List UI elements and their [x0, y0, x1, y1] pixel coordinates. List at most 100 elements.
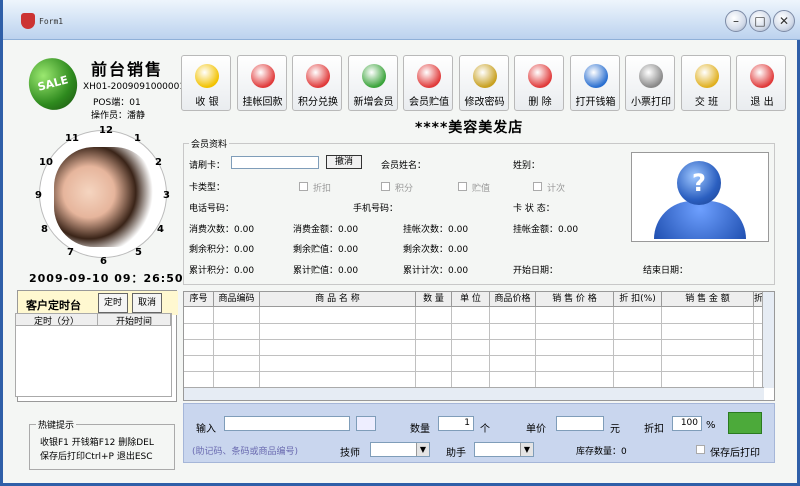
remain-points: 剩余积分：0.00: [189, 245, 255, 255]
price-label: 单价: [526, 424, 546, 435]
store-value-option-label: 贮值: [472, 184, 491, 194]
column-header[interactable]: 单 位: [452, 292, 490, 307]
clock-number: 3: [163, 190, 170, 201]
price-unit: 元: [610, 424, 620, 435]
price-input[interactable]: [556, 416, 604, 431]
key-icon: [472, 64, 497, 88]
count-option-label: 计次: [547, 184, 566, 194]
toolbar-button-label: 新增会员: [353, 97, 394, 108]
pos-label: POS端：01: [93, 98, 141, 108]
save-print-checkbox[interactable]: [696, 445, 705, 454]
timer-button[interactable]: 定时: [98, 293, 128, 313]
item-code-input[interactable]: [224, 416, 350, 431]
quantity-unit: 个: [480, 424, 490, 435]
gender-label: 姓别：: [513, 161, 541, 171]
clock-number: 10: [39, 157, 53, 168]
grid-line: [184, 371, 764, 372]
sale-logo: SALE: [23, 52, 83, 116]
toolbar-button[interactable]: 会员贮值: [403, 55, 453, 111]
grid-line: [489, 307, 490, 387]
toolbar-button[interactable]: 退 出: [736, 55, 786, 111]
cancel-card-button[interactable]: 撤消: [326, 155, 362, 169]
toolbar-button-label: 收 银: [195, 97, 219, 108]
heart-plus-icon: [417, 64, 441, 88]
horizontal-scrollbar[interactable]: [184, 387, 764, 400]
custom-timer-header: 客户定时台 定时 取消: [18, 291, 178, 315]
toolbar-button[interactable]: 打开钱箱: [569, 55, 620, 111]
question-mark-icon: ?: [677, 161, 721, 205]
clock-number: 8: [41, 224, 48, 235]
technician-select[interactable]: ▼: [370, 442, 430, 457]
column-header[interactable]: 销 售 金 额: [662, 292, 754, 307]
points-option-label: 积分: [395, 184, 414, 194]
maximize-button[interactable]: □: [749, 10, 771, 32]
avatar-body: [654, 201, 746, 239]
quantity-input[interactable]: 1: [438, 416, 474, 431]
store-value-checkbox[interactable]: [458, 182, 467, 191]
toolbar-button[interactable]: 挂帐回款: [236, 55, 287, 111]
clock-photo: [54, 147, 154, 247]
clock-number: 6: [100, 256, 107, 267]
app-icon: [21, 13, 35, 29]
custom-timer-title: 客户定时台: [26, 299, 81, 312]
printer-icon: [639, 64, 663, 88]
column-header[interactable]: 商 品 名 称: [260, 292, 416, 307]
add-user-icon: [361, 64, 386, 88]
clock-number: 12: [99, 125, 113, 136]
points-checkbox[interactable]: [381, 182, 390, 191]
cancel-timer-button[interactable]: 取消: [132, 293, 162, 313]
discount-checkbox[interactable]: [299, 182, 308, 191]
remain-store-value: 剩余贮值：0.00: [293, 245, 359, 255]
shop-name: ****美容美发店: [415, 120, 524, 136]
technician-label: 技师: [340, 448, 360, 459]
grid-line: [213, 307, 214, 387]
column-header[interactable]: 销 售 价 格: [536, 292, 614, 307]
toolbar-button[interactable]: 修改密码: [458, 55, 509, 111]
save-print-label: 保存后打印: [710, 448, 760, 459]
grid-line: [451, 307, 452, 387]
toolbar-button-label: 交 班: [694, 97, 719, 108]
heart-minus-icon: [528, 64, 552, 88]
grid-line: [184, 323, 764, 324]
quantity-label: 数量: [410, 424, 430, 435]
toolbar-button-label: 打开钱箱: [575, 97, 616, 108]
toolbar-button[interactable]: 积分兑换: [292, 55, 342, 111]
card-input[interactable]: [231, 156, 319, 169]
clock-number: 7: [67, 247, 74, 258]
custom-timer-table[interactable]: 定时（分） 开始时间: [15, 313, 172, 397]
clock-number: 4: [157, 224, 164, 235]
column-header[interactable]: 数 量: [416, 292, 452, 307]
toolbar-button-label: 修改密码: [464, 97, 505, 108]
toolbar-button-label: 小票打印: [631, 97, 671, 108]
toolbar-button-label: 挂帐回款: [242, 97, 283, 108]
toolbar-button[interactable]: 新增会员: [347, 55, 398, 111]
member-name-label: 会员姓名：: [381, 161, 427, 171]
vertical-scrollbar[interactable]: [762, 292, 774, 388]
lookup-button[interactable]: [356, 416, 376, 431]
toolbar-button[interactable]: 收 银: [181, 55, 231, 111]
column-header[interactable]: 商品价格: [490, 292, 536, 307]
column-header[interactable]: 商品编码: [214, 292, 260, 307]
key-icon: [694, 64, 719, 88]
discount-input[interactable]: 100: [672, 416, 702, 431]
toolbar-button[interactable]: 交 班: [680, 55, 731, 111]
minimize-button[interactable]: –: [725, 10, 747, 32]
assistant-label: 助手: [446, 448, 466, 459]
toolbar-button[interactable]: 删 除: [514, 55, 564, 111]
exit-person-icon: [750, 64, 774, 88]
assistant-select[interactable]: ▼: [474, 442, 534, 457]
input-label: 输入: [196, 424, 216, 435]
grid-line: [535, 307, 536, 387]
toolbar-button[interactable]: 小票打印: [625, 55, 675, 111]
grid-line: [184, 355, 764, 356]
confirm-button[interactable]: [728, 412, 762, 434]
sales-grid[interactable]: 序号 商品编码 商 品 名 称 数 量 单 位 商品价格 销 售 价 格 折 扣…: [183, 291, 775, 401]
close-button[interactable]: ✕: [773, 10, 795, 32]
card-type-label: 卡类型：: [189, 183, 226, 193]
column-header[interactable]: 折 扣(%): [614, 292, 662, 307]
heart-icon: [306, 64, 330, 88]
column-header[interactable]: 序号: [184, 292, 214, 307]
count-checkbox[interactable]: [533, 182, 542, 191]
phone-label: 电话号码：: [189, 204, 235, 214]
grid-line: [259, 307, 260, 387]
